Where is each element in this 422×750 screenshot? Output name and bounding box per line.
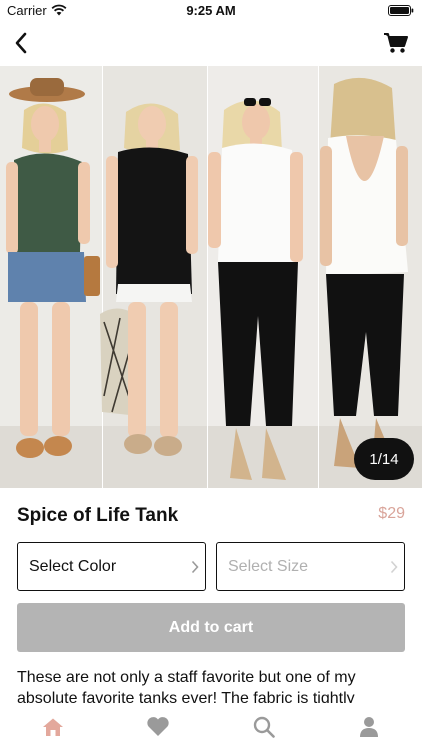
person-icon (360, 716, 379, 737)
product-photo (0, 66, 422, 488)
cart-button[interactable] (380, 28, 412, 58)
product-price: $29 (378, 505, 405, 522)
select-size-label: Select Size (228, 557, 309, 575)
tab-home[interactable] (0, 703, 106, 750)
select-color-dropdown[interactable]: Select Color (17, 542, 206, 591)
back-button[interactable] (6, 28, 36, 58)
chevron-right-icon (191, 560, 199, 574)
status-bar: Carrier 9:25 AM (0, 0, 422, 22)
select-size-dropdown[interactable]: Select Size (216, 542, 405, 591)
product-title: Spice of Life Tank (17, 505, 179, 526)
product-description: These are not only a staff favorite but … (17, 669, 356, 703)
select-color-label: Select Color (29, 557, 117, 575)
status-time: 9:25 AM (186, 3, 236, 18)
heart-icon (147, 717, 169, 736)
product-image-gallery[interactable] (0, 66, 422, 488)
battery-icon (388, 5, 414, 16)
chevron-left-icon (15, 32, 27, 54)
tab-favorites[interactable] (106, 703, 212, 750)
chevron-right-icon (390, 560, 398, 574)
tab-search[interactable] (211, 703, 317, 750)
tab-bar (0, 703, 422, 750)
search-icon (253, 716, 275, 738)
tab-account[interactable] (317, 703, 422, 750)
add-to-cart-button[interactable]: Add to cart (17, 603, 405, 652)
nav-bar (0, 22, 422, 66)
image-counter: 1/14 (354, 438, 414, 480)
home-icon (42, 718, 63, 736)
cart-icon (384, 33, 408, 53)
